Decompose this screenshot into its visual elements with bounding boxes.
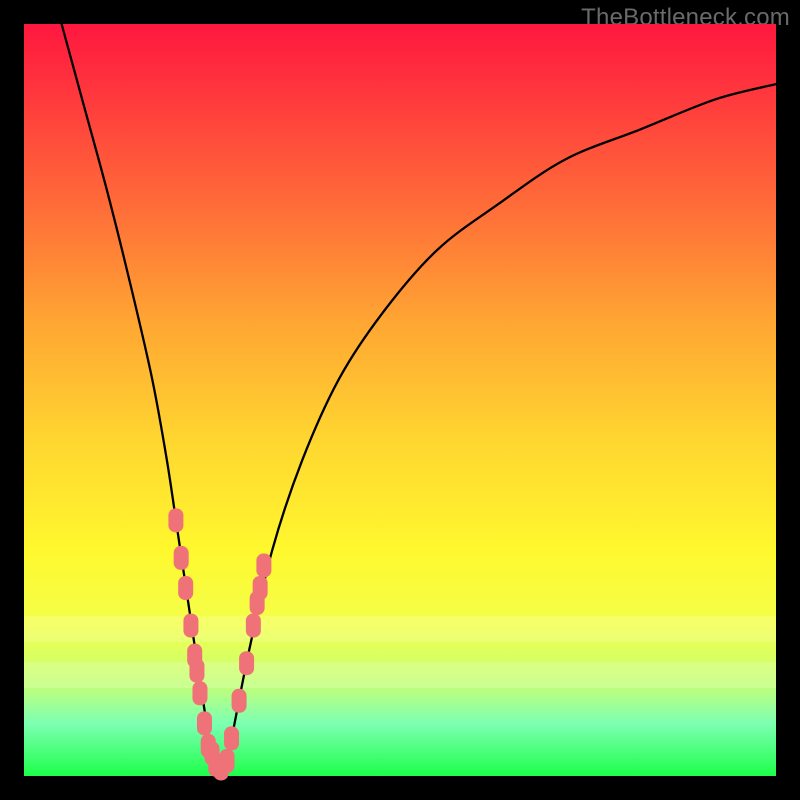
curve-marker: [192, 681, 207, 705]
chart-plot-area: [24, 24, 776, 776]
bottleneck-curve: [62, 24, 776, 772]
curve-marker: [253, 576, 268, 600]
curve-marker: [168, 508, 183, 532]
curve-marker: [178, 576, 193, 600]
curve-marker: [220, 749, 235, 773]
curve-marker: [224, 726, 239, 750]
bottleneck-curve-svg: [24, 24, 776, 776]
curve-marker: [246, 614, 261, 638]
curve-marker: [232, 689, 247, 713]
curve-marker: [256, 553, 271, 577]
curve-marker: [183, 614, 198, 638]
curve-marker: [174, 546, 189, 570]
curve-marker: [197, 711, 212, 735]
curve-marker: [239, 651, 254, 675]
curve-marker: [189, 659, 204, 683]
marker-group: [168, 508, 271, 780]
